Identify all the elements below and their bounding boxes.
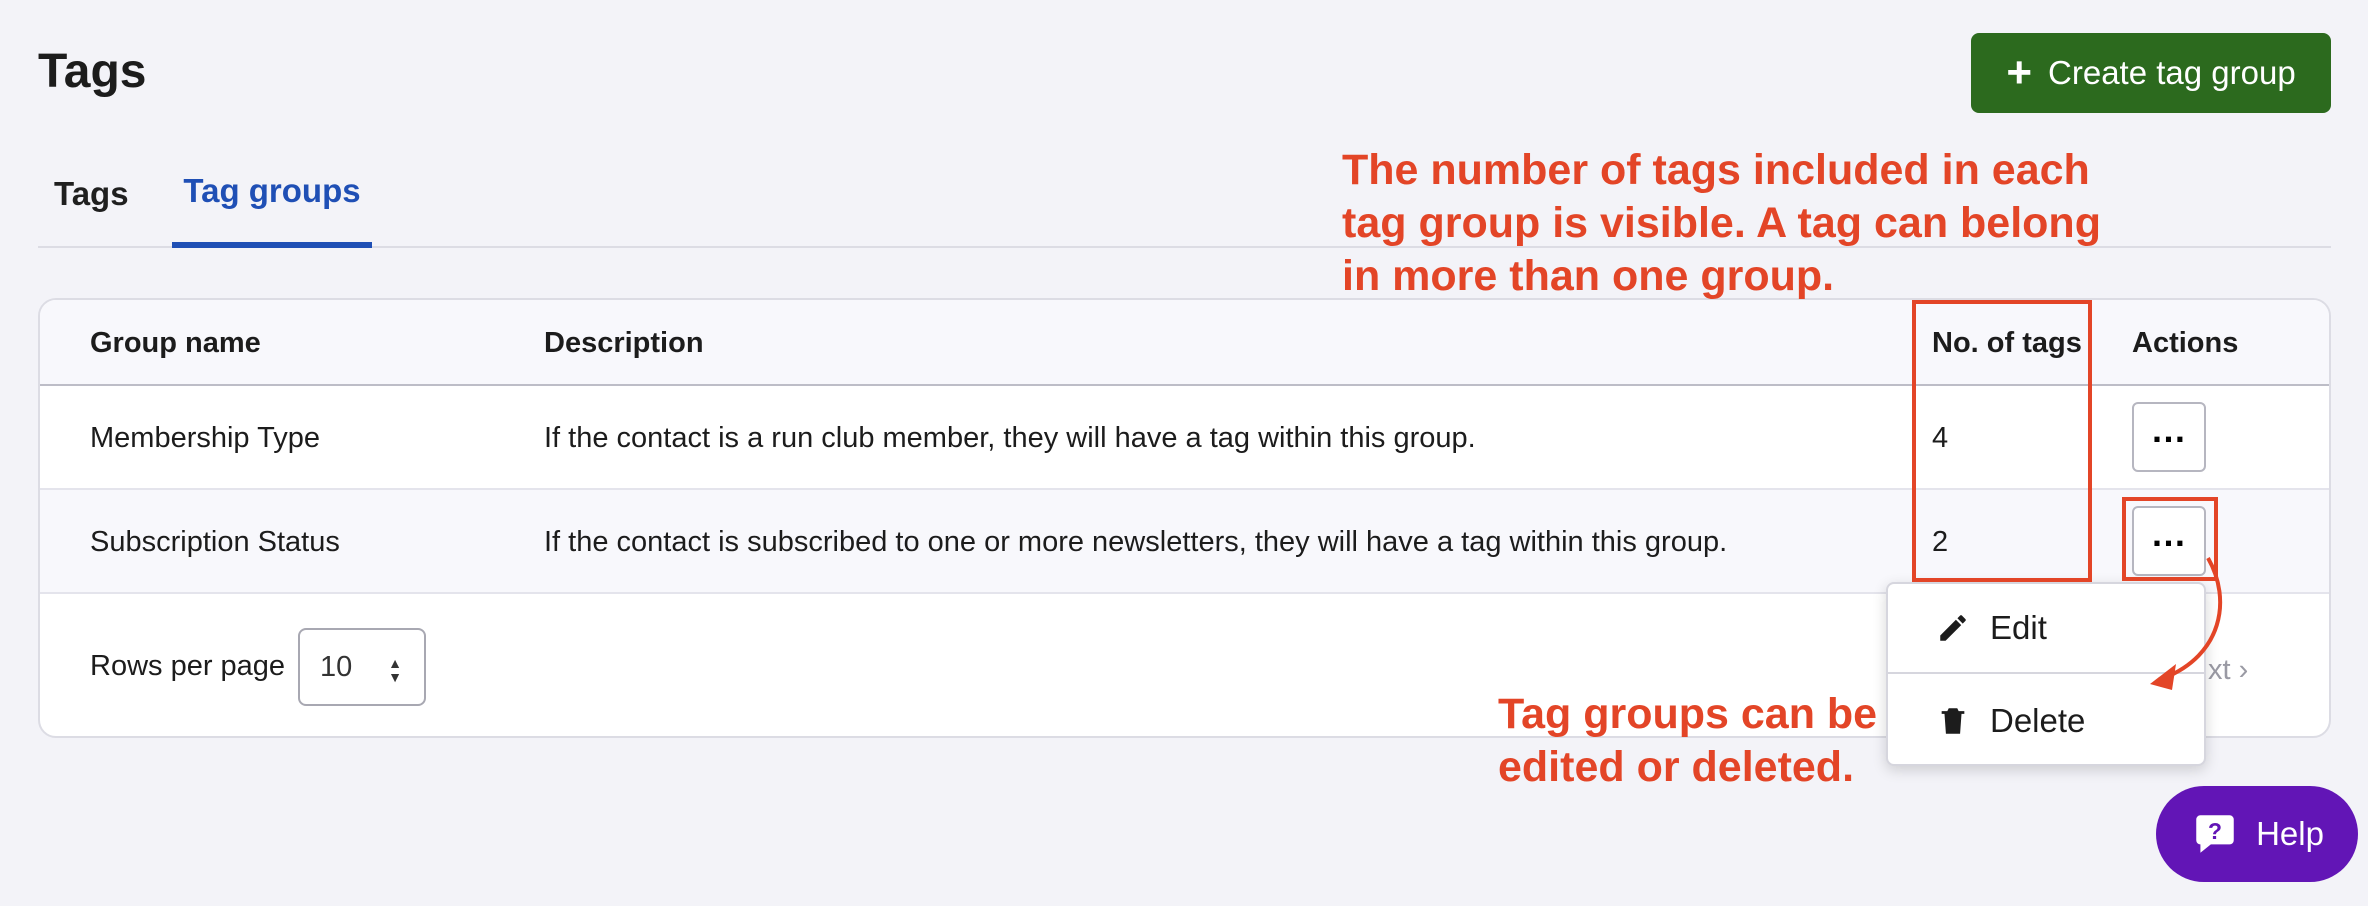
page-title: Tags <box>38 45 147 98</box>
next-page-label: xt <box>2208 654 2231 686</box>
menu-item-delete[interactable]: Delete <box>1888 676 2204 766</box>
menu-item-delete-label: Delete <box>1990 702 2086 739</box>
select-arrows-icon: ▲ ▼ <box>388 655 402 685</box>
chevron-right-icon: › <box>2238 654 2249 686</box>
row-actions-menu: Edit Delete <box>1886 582 2206 766</box>
pencil-icon <box>1940 615 1966 641</box>
next-page-link[interactable]: xt › <box>2208 654 2248 687</box>
description-cell: If the contact is subscribed to one or m… <box>544 525 1728 558</box>
menu-item-edit-label: Edit <box>1990 609 2047 646</box>
highlight-box-actions-button <box>2122 497 2218 581</box>
plus-icon: + <box>2006 48 2033 97</box>
more-horizontal-icon: … <box>2150 409 2188 450</box>
trash-icon <box>1941 708 1965 734</box>
rows-per-page-label: Rows per page <box>90 650 286 682</box>
rows-per-page-select[interactable]: 10 ▲ ▼ <box>298 628 426 706</box>
help-icon: ? <box>2196 815 2234 853</box>
group-name-cell: Membership Type <box>90 421 320 454</box>
svg-text:?: ? <box>2208 818 2222 844</box>
column-header-group-name: Group name <box>90 326 261 359</box>
highlight-box-count-column <box>1912 300 2092 582</box>
annotation-actions-note: Tag groups can be edited or deleted. <box>1498 690 1878 791</box>
help-button[interactable]: ? Help <box>2156 786 2358 882</box>
tab-tags[interactable]: Tags <box>54 160 129 248</box>
tab-tag-groups[interactable]: Tag groups <box>172 160 372 248</box>
rows-per-page-value: 10 <box>320 650 353 683</box>
column-header-description: Description <box>544 326 704 359</box>
row-actions-button[interactable]: … <box>2132 402 2206 472</box>
annotation-count-note: The number of tags included in each tag … <box>1342 146 2101 300</box>
description-cell: If the contact is a run club member, the… <box>544 421 1476 454</box>
column-header-actions: Actions <box>2132 326 2239 359</box>
group-name-cell: Subscription Status <box>90 525 340 558</box>
help-label: Help <box>2256 815 2324 852</box>
menu-item-edit[interactable]: Edit <box>1888 584 2204 674</box>
create-tag-group-button[interactable]: + Create tag group <box>1971 33 2331 113</box>
create-tag-group-label: Create tag group <box>2048 54 2296 91</box>
